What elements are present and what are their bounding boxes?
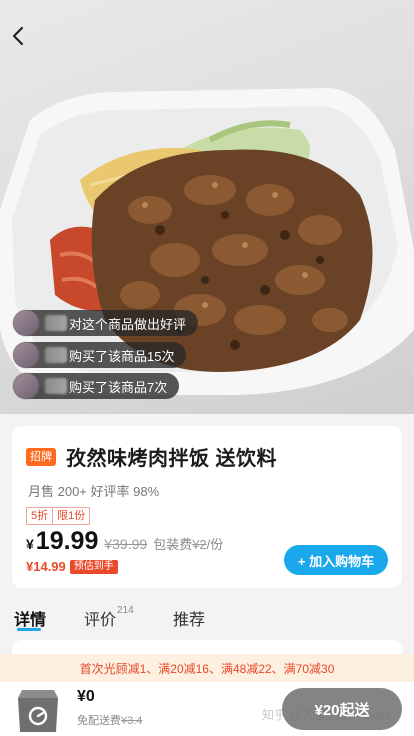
review-count: 214 xyxy=(117,604,134,616)
title-row: 招牌 孜然味烤肉拌饭 送饮料 xyxy=(26,442,277,471)
activity-text: 购买了该商品15次 xyxy=(69,348,175,364)
chevron-left-icon xyxy=(12,26,24,46)
discount-banner: 首次光顾减1、满20减16、满48减22、满70减30 xyxy=(0,654,414,682)
details-panel xyxy=(12,640,402,654)
activity-bubble: 购买了该商品7次 xyxy=(13,373,180,399)
avatar xyxy=(13,373,39,399)
activity-text: 对这个商品做出好评 xyxy=(69,316,187,332)
product-hero-image: 对这个商品做出好评 购买了该商品15次 购买了该商品7次 xyxy=(0,0,414,414)
masked-username xyxy=(45,347,67,363)
active-tab-indicator xyxy=(17,628,41,631)
promo-tags: 5折 限1份 xyxy=(26,507,91,525)
estimated-price-tag: 预估到手 xyxy=(69,559,118,574)
tab-recommend[interactable]: 推荐 xyxy=(173,606,205,630)
activity-bubble: 购买了该商品15次 xyxy=(13,342,187,368)
min-order-button[interactable]: ¥20起送 xyxy=(282,688,402,730)
tab-details[interactable]: 详情 xyxy=(14,606,46,630)
masked-username xyxy=(45,378,67,394)
cart-button[interactable] xyxy=(10,686,66,736)
activity-bubble: 对这个商品做出好评 xyxy=(13,310,199,336)
delivery-fee: 免配送费¥3.4 xyxy=(77,715,143,727)
estimated-price-row: ¥14.99 预估到手 xyxy=(26,559,118,574)
original-price: ¥39.99 xyxy=(104,536,148,552)
avatar xyxy=(13,342,39,368)
current-price: 19.99 xyxy=(35,527,99,555)
limit-tag: 限1份 xyxy=(53,507,91,525)
activity-text: 购买了该商品7次 xyxy=(69,379,168,395)
signature-badge: 招牌 xyxy=(26,447,56,466)
tab-bar: 详情 评价214 推荐 xyxy=(0,600,414,640)
packing-fee: 包装费¥2/份 xyxy=(153,537,224,552)
discount-tag: 5折 xyxy=(26,507,54,525)
product-title: 孜然味烤肉拌饭 送饮料 xyxy=(66,448,278,470)
currency-symbol: ¥ xyxy=(26,536,34,552)
tab-reviews[interactable]: 评价214 xyxy=(84,604,134,630)
shopping-bag-icon xyxy=(18,690,58,732)
checkout-bar: ¥0 免配送费¥3.4 知乎 @天空之城heaven ¥20起送 xyxy=(0,682,414,736)
avatar xyxy=(13,310,39,336)
estimated-price: ¥14.99 xyxy=(26,559,66,574)
add-to-cart-button[interactable]: + 加入购物车 xyxy=(284,545,388,575)
product-card: 招牌 孜然味烤肉拌饭 送饮料 月售 200+ 好评率 98% 5折 限1份 ¥ … xyxy=(12,426,402,588)
sales-stats: 月售 200+ 好评率 98% xyxy=(28,484,160,499)
masked-username xyxy=(45,315,67,331)
cart-total: ¥0 xyxy=(77,688,95,705)
price-row: ¥ 19.99 ¥39.99 包装费¥2/份 xyxy=(26,527,223,556)
back-button[interactable] xyxy=(10,26,42,58)
